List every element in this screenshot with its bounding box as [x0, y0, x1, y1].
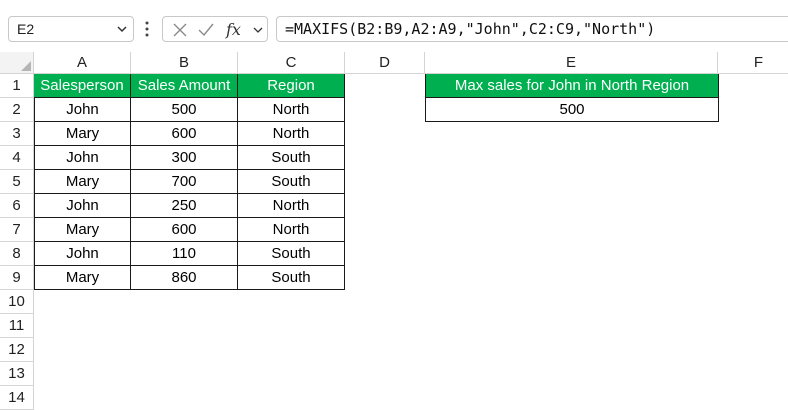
check-icon[interactable]	[197, 21, 215, 39]
table-cell[interactable]: Mary	[34, 122, 131, 146]
row-header-7[interactable]: 7	[0, 218, 34, 242]
row-header-14[interactable]: 14	[0, 386, 34, 410]
worksheet-grid: A B C D E F 1 2 3 4 5 6 7 8 9 10 11 12 1…	[0, 52, 788, 410]
row-header-8[interactable]: 8	[0, 242, 34, 266]
row-header-1[interactable]: 1	[0, 74, 34, 98]
table-cell[interactable]: South	[238, 146, 345, 170]
row-header-6[interactable]: 6	[0, 194, 34, 218]
formula-bar: E2 fx =MAXIFS(B2:B9,A2:A9,"John",C2:C9,"…	[0, 0, 788, 58]
more-options-icon[interactable]	[144, 19, 150, 39]
chevron-down-icon[interactable]	[251, 21, 265, 39]
column-header-a[interactable]: A	[34, 52, 131, 74]
table-cell[interactable]: John	[34, 146, 131, 170]
row-header-4[interactable]: 4	[0, 146, 34, 170]
table-cell[interactable]: Mary	[34, 170, 131, 194]
table-cell[interactable]: 250	[131, 194, 238, 218]
header-cell-region[interactable]: Region	[238, 74, 345, 98]
table-cell[interactable]: 600	[131, 218, 238, 242]
column-header-c[interactable]: C	[238, 52, 345, 74]
table-cell[interactable]: North	[238, 122, 345, 146]
column-header-f[interactable]: F	[718, 52, 788, 74]
name-box-value: E2	[17, 21, 35, 37]
table-cell[interactable]: North	[238, 98, 345, 122]
column-header-d[interactable]: D	[345, 52, 425, 74]
row-header-13[interactable]: 13	[0, 362, 34, 386]
formula-buttons: fx	[162, 16, 268, 42]
result-value-cell[interactable]: 500	[425, 98, 719, 122]
formula-input[interactable]: =MAXIFS(B2:B9,A2:A9,"John",C2:C9,"North"…	[276, 16, 788, 42]
table-cell[interactable]: John	[34, 242, 131, 266]
row-header-3[interactable]: 3	[0, 122, 34, 146]
table-cell[interactable]: Mary	[34, 218, 131, 242]
table-cell[interactable]: South	[238, 266, 345, 290]
chevron-down-icon[interactable]	[115, 22, 129, 36]
row-header-12[interactable]: 12	[0, 338, 34, 362]
row-header-11[interactable]: 11	[0, 314, 34, 338]
row-header-10[interactable]: 10	[0, 290, 34, 314]
column-header-e[interactable]: E	[425, 52, 718, 74]
table-cell[interactable]: South	[238, 242, 345, 266]
table-cell[interactable]: 600	[131, 122, 238, 146]
table-cell[interactable]: John	[34, 98, 131, 122]
table-cell[interactable]: 700	[131, 170, 238, 194]
table-cell[interactable]: 110	[131, 242, 238, 266]
formula-text: =MAXIFS(B2:B9,A2:A9,"John",C2:C9,"North"…	[285, 20, 656, 38]
row-header-5[interactable]: 5	[0, 170, 34, 194]
table-cell[interactable]: 500	[131, 98, 238, 122]
table-cell[interactable]: North	[238, 194, 345, 218]
table-cell[interactable]: Mary	[34, 266, 131, 290]
table-cell[interactable]: John	[34, 194, 131, 218]
x-icon[interactable]	[171, 21, 189, 39]
table-cell[interactable]: North	[238, 218, 345, 242]
column-header-b[interactable]: B	[131, 52, 238, 74]
select-all-button[interactable]	[0, 52, 34, 74]
header-cell-sales-amount[interactable]: Sales Amount	[131, 74, 238, 98]
row-header-2[interactable]: 2	[0, 98, 34, 122]
table-cell[interactable]: South	[238, 170, 345, 194]
row-header-9[interactable]: 9	[0, 266, 34, 290]
fx-label: fx	[225, 21, 241, 39]
header-cell-salesperson[interactable]: Salesperson	[34, 74, 131, 98]
fx-icon[interactable]: fx	[225, 21, 249, 39]
name-box[interactable]: E2	[8, 16, 134, 42]
result-label-cell[interactable]: Max sales for John in North Region	[425, 74, 719, 98]
table-cell[interactable]: 300	[131, 146, 238, 170]
table-cell[interactable]: 860	[131, 266, 238, 290]
